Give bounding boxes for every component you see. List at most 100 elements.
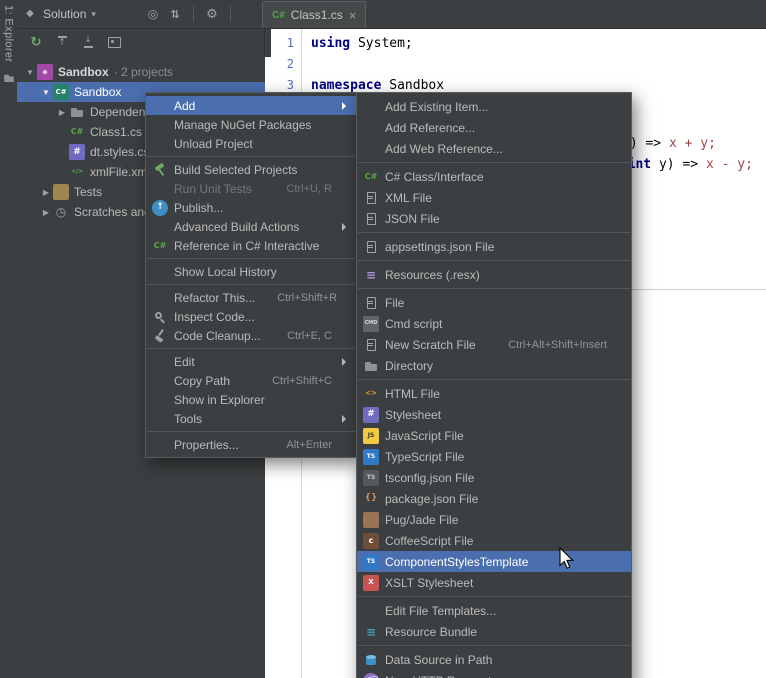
expand-arrow-icon[interactable]: ▼ <box>23 68 37 77</box>
submenu-item-add-existing-item[interactable]: Add Existing Item... <box>357 96 631 117</box>
doc-icon <box>363 211 379 227</box>
submenu-item-cmd-script[interactable]: CMD Cmd script <box>357 313 631 334</box>
code-area[interactable]: using System; namespace Sandbox <box>311 33 444 96</box>
submenu-item-coffeescript-file[interactable]: c CoffeeScript File <box>357 530 631 551</box>
menu-item-unload-project[interactable]: Unload Project <box>146 134 356 153</box>
submenu-item-html-file[interactable]: <> HTML File <box>357 383 631 404</box>
expand-arrow-icon[interactable]: ▶ <box>55 108 69 117</box>
menu-item-label: XSLT Stylesheet <box>385 575 474 590</box>
refresh-button[interactable]: ↻ <box>23 34 49 50</box>
gear-icon: ⚙ <box>206 6 218 22</box>
menu-item-show-in-explorer[interactable]: Show in Explorer <box>146 390 356 409</box>
tree-item-sandbox[interactable]: ▼ ◆ Sandbox · 2 projects <box>17 62 265 82</box>
code-text: x - y; <box>705 157 753 172</box>
submenu-item-javascript-file[interactable]: JS JavaScript File <box>357 425 631 446</box>
menu-item-copy-path[interactable]: Copy Path Ctrl+Shift+C <box>146 371 356 390</box>
menu-item-label: Properties... <box>174 437 239 452</box>
menu-item-tools[interactable]: Tools <box>146 409 356 428</box>
js-icon: JS <box>363 427 379 444</box>
submenu-item-json-file[interactable]: JSON File <box>357 208 631 229</box>
editor-tab-class1[interactable]: C# Class1.cs × <box>262 1 367 28</box>
menu-item-label: Publish... <box>174 200 224 215</box>
menu-item-label: CoffeeScript File <box>385 533 474 548</box>
settings-button[interactable]: ⚙ <box>201 6 223 22</box>
submenu-item-tsconfig-json-file[interactable]: TS tsconfig.json File <box>357 467 631 488</box>
toolwindow-layout-button[interactable]: ◎ <box>142 6 164 22</box>
expand-arrow-icon[interactable]: ▼ <box>39 88 53 97</box>
submenu-item-directory[interactable]: Directory <box>357 355 631 376</box>
submenu-item-edit-file-templates[interactable]: Edit File Templates... <box>357 600 631 621</box>
inspect-icon <box>152 309 168 325</box>
menu-item-label: Add <box>174 98 196 113</box>
menu-item-properties[interactable]: Properties... Alt+Enter <box>146 435 356 454</box>
tree-item-suffix: · 2 projects <box>113 65 174 79</box>
xslt-icon: X <box>363 574 379 591</box>
expand-arrow-icon[interactable]: ▶ <box>39 188 53 197</box>
submenu-item-pug-jade-file[interactable]: Pug/Jade File <box>357 509 631 530</box>
ts-icon: TS <box>363 448 379 465</box>
menu-item-label: Show in Explorer <box>174 392 265 407</box>
menu-item-show-local-history[interactable]: Show Local History <box>146 262 356 281</box>
menu-item-refactor-this[interactable]: Refactor This... Ctrl+Shift+R <box>146 288 356 307</box>
menu-item-advanced-build-actions[interactable]: Advanced Build Actions <box>146 217 356 236</box>
submenu-item-package-json-file[interactable]: {} package.json File <box>357 488 631 509</box>
menu-item-publish[interactable]: ↑ Publish... <box>146 198 356 217</box>
solution-selector[interactable]: ◆ Solution ▾ <box>22 0 96 28</box>
submenu-item-typescript-file[interactable]: TS TypeScript File <box>357 446 631 467</box>
menu-item-label: ComponentStylesTemplate <box>385 554 529 569</box>
submenu-item-data-source-in-path[interactable]: Data Source in Path <box>357 649 631 670</box>
submenu-item-new-http-request[interactable]: New HTTP Request <box>357 670 631 678</box>
submenu-item-c-class-interface[interactable]: C# C# Class/Interface <box>357 166 631 187</box>
menu-item-edit[interactable]: Edit <box>146 352 356 371</box>
menu-item-label: Copy Path <box>174 373 231 388</box>
http-icon <box>363 672 379 678</box>
compare-button[interactable]: ⇅ <box>164 6 186 22</box>
submenu-item-add-reference[interactable]: Add Reference... <box>357 117 631 138</box>
submenu-arrow-icon <box>342 357 346 366</box>
menu-item-manage-nuget-packages[interactable]: Manage NuGet Packages <box>146 115 356 134</box>
submenu-item-appsettings-json-file[interactable]: appsettings.json File <box>357 236 631 257</box>
header-icon-group: ◎ ⇅ ⚙ <box>142 0 238 28</box>
solution-icon: ◆ <box>37 64 53 80</box>
submenu-item-file[interactable]: File <box>357 292 631 313</box>
downbar-icon <box>80 34 96 50</box>
menu-item-label: Code Cleanup... <box>174 328 261 343</box>
submenu-item-new-scratch-file[interactable]: New Scratch File Ctrl+Alt+Shift+Insert <box>357 334 631 355</box>
navigate-up-button[interactable] <box>49 34 75 50</box>
doc-icon <box>363 190 379 206</box>
imagebtn-icon <box>106 34 122 50</box>
menu-item-inspect-code[interactable]: Inspect Code... <box>146 307 356 326</box>
menu-item-label: Advanced Build Actions <box>174 219 300 234</box>
header-button-separator <box>230 6 231 22</box>
menu-item-code-cleanup[interactable]: Code Cleanup... Ctrl+E, C <box>146 326 356 345</box>
expand-arrow-icon[interactable]: ▶ <box>39 208 53 217</box>
menu-item-add[interactable]: Add <box>146 96 356 115</box>
submenu-item-xml-file[interactable]: XML File <box>357 187 631 208</box>
submenu-arrow-icon <box>342 101 346 110</box>
submenu-item-xslt-stylesheet[interactable]: X XSLT Stylesheet <box>357 572 631 593</box>
menu-item-reference-in-c-interactive[interactable]: C# Reference in C# Interactive <box>146 236 356 255</box>
pug-icon <box>363 511 379 528</box>
menu-item-label: Add Existing Item... <box>385 99 489 114</box>
preview-button[interactable] <box>101 34 127 50</box>
menu-item-shortcut: Alt+Enter <box>286 438 332 451</box>
keyword: namespace <box>311 78 382 93</box>
explorer-stripe-button[interactable]: 1: Explorer <box>3 5 15 63</box>
submenu-item-separator <box>358 645 630 646</box>
submenu-item-componentstylestemplate[interactable]: TS ComponentStylesTemplate <box>357 551 631 572</box>
doc-icon <box>363 239 379 255</box>
folder-icon[interactable] <box>2 71 15 84</box>
header-button-separator <box>193 6 194 22</box>
menu-item-run-unit-tests[interactable]: Run Unit Tests Ctrl+U, R <box>146 179 356 198</box>
menu-item-build-selected-projects[interactable]: Build Selected Projects <box>146 160 356 179</box>
menu-item-label: Inspect Code... <box>174 309 255 324</box>
submenu-item-resource-bundle[interactable]: ≡ Resource Bundle <box>357 621 631 642</box>
submenu-item-resources-resx[interactable]: ≡ Resources (.resx) <box>357 264 631 285</box>
navigate-down-button[interactable] <box>75 34 101 50</box>
submenu-item-stylesheet[interactable]: # Stylesheet <box>357 404 631 425</box>
menu-item-separator <box>147 431 355 432</box>
close-icon[interactable]: × <box>349 9 357 22</box>
menu-item-label: Cmd script <box>385 316 443 331</box>
csharp-icon: C# <box>364 171 378 181</box>
submenu-item-add-web-reference[interactable]: Add Web Reference... <box>357 138 631 159</box>
